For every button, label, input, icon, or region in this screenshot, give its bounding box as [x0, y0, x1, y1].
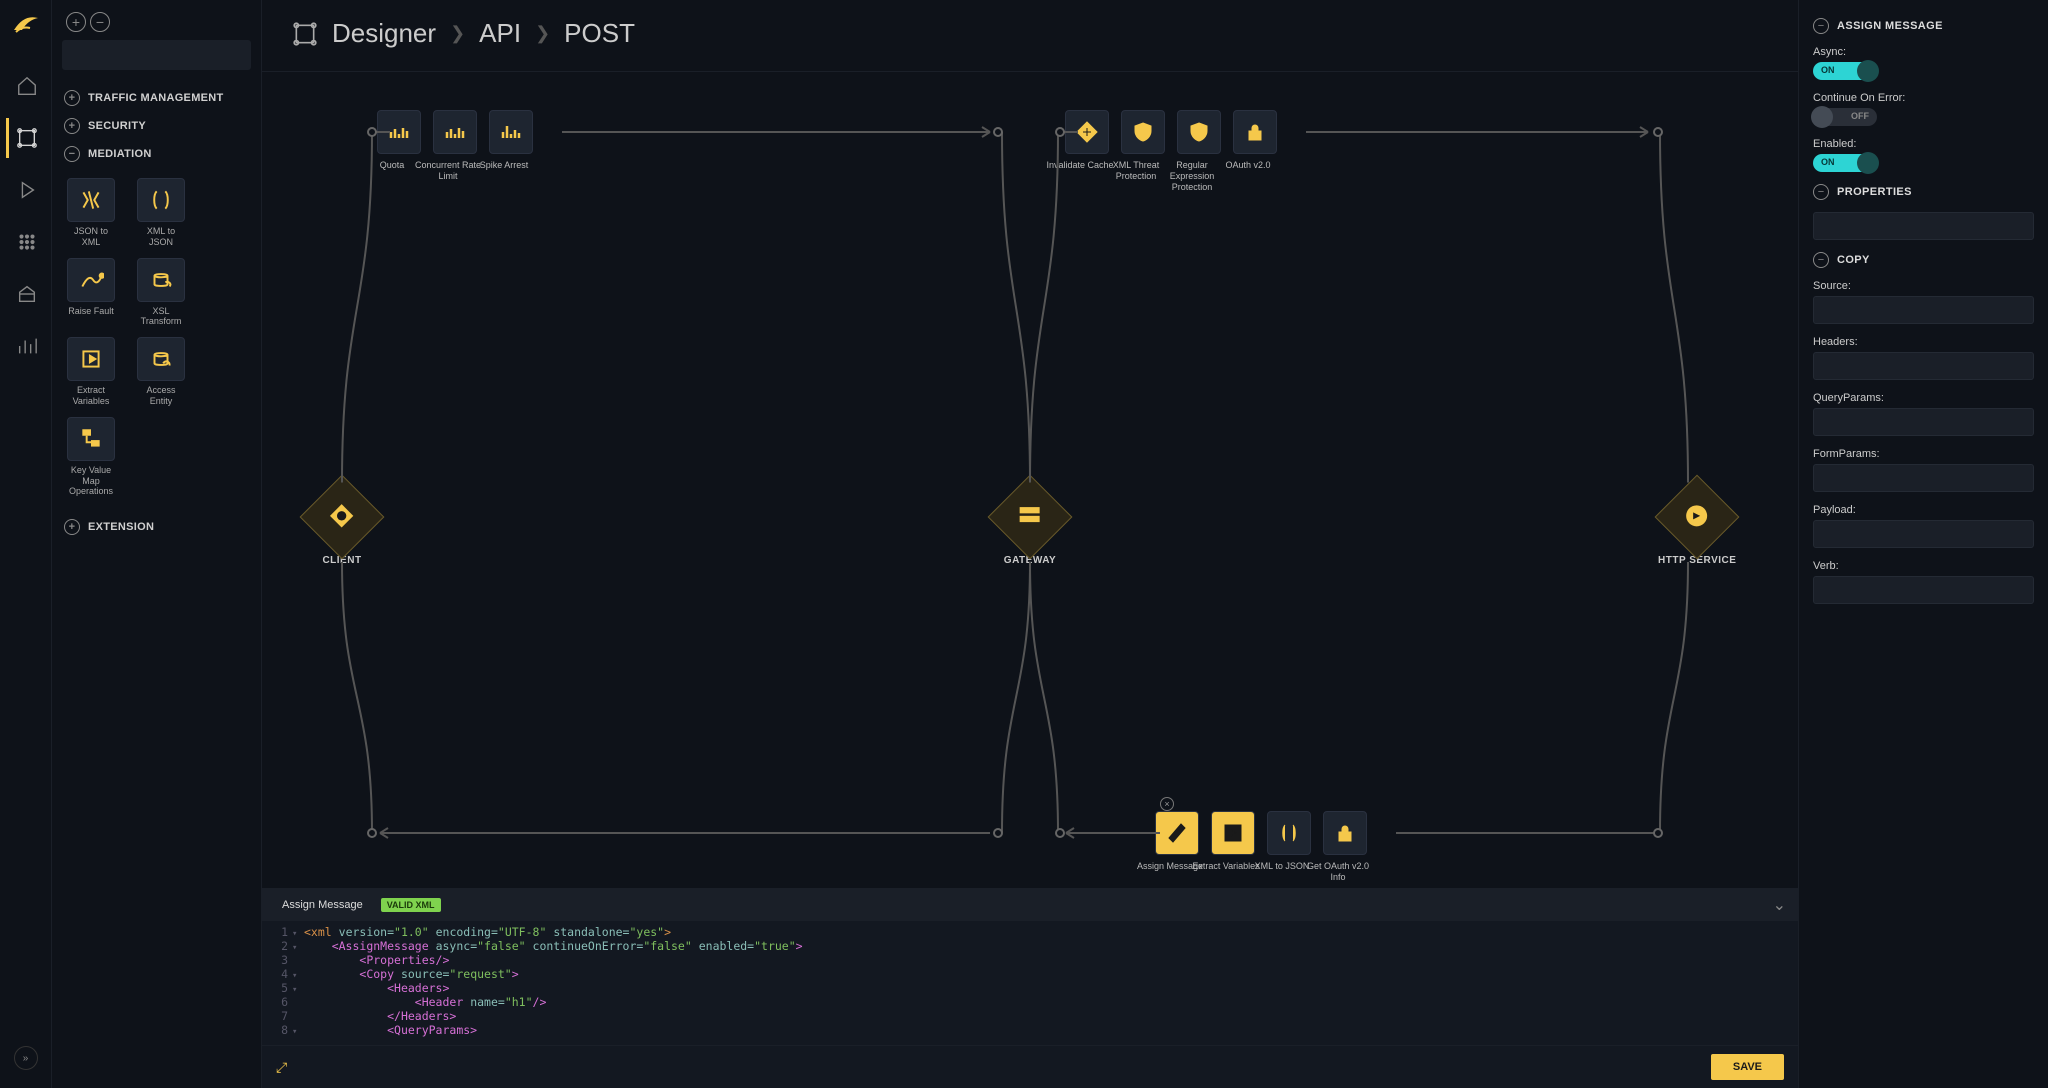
- code-panel: Assign Message VALID XML ⌄ 1▾<xml versio…: [262, 888, 1798, 1088]
- formparams-input[interactable]: [1813, 464, 2034, 492]
- flow-oauth[interactable]: OAuth v2.0: [1226, 110, 1283, 171]
- source-input[interactable]: [1813, 296, 2034, 324]
- policy-extract-vars[interactable]: Extract Variables: [64, 337, 118, 407]
- nav-run[interactable]: [6, 170, 46, 210]
- nav-org[interactable]: [6, 274, 46, 314]
- section-extension[interactable]: +EXTENSION: [62, 513, 251, 541]
- section-mediation[interactable]: −MEDIATION: [62, 140, 251, 168]
- policy-json-to-xml[interactable]: JSON to XML: [64, 178, 118, 248]
- async-toggle[interactable]: ON: [1813, 62, 1877, 80]
- flow-anchor: [367, 828, 377, 838]
- nav-rail: »: [0, 0, 52, 1088]
- remove-button[interactable]: −: [90, 12, 110, 32]
- app-logo: [10, 8, 42, 40]
- expand-icon[interactable]: ⤢: [276, 1059, 287, 1076]
- chevron-right-icon: ❯: [450, 23, 465, 44]
- headers-input[interactable]: [1813, 352, 2034, 380]
- nav-apps[interactable]: [6, 222, 46, 262]
- flow-anchor: [1653, 127, 1663, 137]
- nav-expand[interactable]: »: [14, 1046, 38, 1070]
- policy-sidebar: + − +TRAFFIC MANAGEMENT +SECURITY −MEDIA…: [52, 0, 262, 1088]
- policy-xsl-transform[interactable]: XSL Transform: [134, 258, 188, 328]
- flow-anchor: [1055, 828, 1065, 838]
- save-button[interactable]: SAVE: [1711, 1054, 1784, 1080]
- delete-policy-icon[interactable]: ×: [1160, 797, 1174, 811]
- flow-regex[interactable]: Regular Expression Protection: [1170, 110, 1227, 192]
- flow-anchor: [367, 127, 377, 137]
- flow-spike[interactable]: Spike Arrest: [482, 110, 539, 171]
- flow-canvas[interactable]: CLIENTGATEWAYHTTP SERVICEQuotaConcurrent…: [262, 72, 1798, 888]
- bc-api[interactable]: API: [479, 18, 521, 49]
- properties-input[interactable]: [1813, 212, 2034, 240]
- queryparams-input[interactable]: [1813, 408, 2034, 436]
- collapse-icon[interactable]: −: [1813, 184, 1829, 200]
- nav-designer[interactable]: [6, 118, 46, 158]
- collapse-icon[interactable]: −: [1813, 252, 1829, 268]
- code-tab[interactable]: Assign Message: [274, 895, 371, 915]
- policy-xml-to-json[interactable]: XML to JSON: [134, 178, 188, 248]
- collapse-code-icon[interactable]: ⌄: [1773, 895, 1786, 915]
- collapse-icon[interactable]: −: [1813, 18, 1829, 34]
- verb-input[interactable]: [1813, 576, 2034, 604]
- flow-crl[interactable]: Concurrent Rate Limit: [426, 110, 483, 182]
- flow-anchor: [993, 828, 1003, 838]
- add-button[interactable]: +: [66, 12, 86, 32]
- flow-anchor: [1653, 828, 1663, 838]
- section-traffic[interactable]: +TRAFFIC MANAGEMENT: [62, 84, 251, 112]
- flow-oauth-info[interactable]: Get OAuth v2.0 Info: [1316, 811, 1373, 883]
- valid-badge: VALID XML: [381, 898, 441, 912]
- flow-anchor: [1055, 127, 1065, 137]
- bc-designer[interactable]: Designer: [332, 18, 436, 49]
- bc-method[interactable]: POST: [564, 18, 635, 49]
- policy-access-entity[interactable]: Access Entity: [134, 337, 188, 407]
- policy-kvm[interactable]: Key Value Map Operations: [64, 417, 118, 497]
- chevron-right-icon: ❯: [535, 23, 550, 44]
- breadcrumb: Designer ❯ API ❯ POST: [262, 0, 1798, 72]
- payload-input[interactable]: [1813, 520, 2034, 548]
- code-editor[interactable]: 1▾<xml version="1.0" encoding="UTF-8" st…: [262, 921, 1798, 1045]
- section-security[interactable]: +SECURITY: [62, 112, 251, 140]
- policy-raise-fault[interactable]: Raise Fault: [64, 258, 118, 328]
- nav-analytics[interactable]: [6, 326, 46, 366]
- designer-icon: [292, 21, 318, 47]
- nav-home[interactable]: [6, 66, 46, 106]
- properties-panel: −ASSIGN MESSAGE Async: ON Continue On Er…: [1798, 0, 2048, 1088]
- enabled-toggle[interactable]: ON: [1813, 154, 1877, 172]
- policy-search-input[interactable]: [62, 40, 251, 70]
- flow-anchor: [993, 127, 1003, 137]
- continue-on-error-toggle[interactable]: OFF: [1813, 108, 1877, 126]
